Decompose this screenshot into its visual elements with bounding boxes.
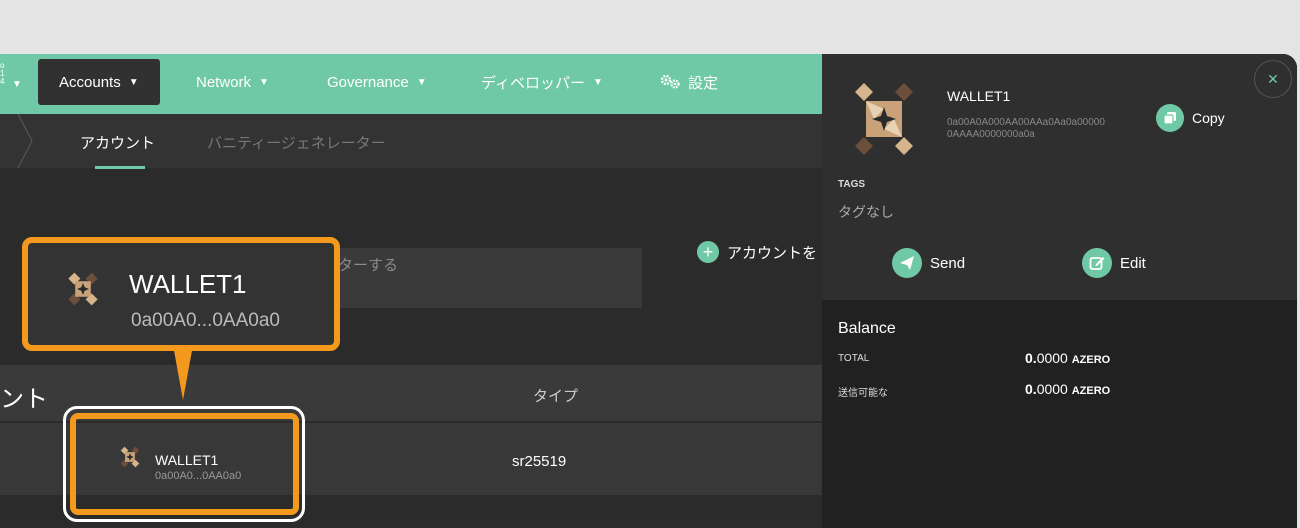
active-tab-indicator xyxy=(95,166,145,169)
chain-selector[interactable]: o 1 4 xyxy=(0,62,10,86)
transferable-label: 送信可能な xyxy=(838,388,888,399)
plus-icon: + xyxy=(697,241,719,263)
sidebar-header: ✕ WALLET1 0a00A0A000AA00AAa0Aa0a000000AA… xyxy=(822,54,1297,300)
filter-placeholder: ターする xyxy=(338,257,399,274)
caret-down-icon: ▼ xyxy=(128,76,139,88)
column-header-type: タイプ xyxy=(533,388,579,405)
sidebar-account-address: 0a00A0A000AA00AAa0Aa0a000000AAAA0000000a… xyxy=(947,117,1105,140)
nav-governance[interactable]: Governance ▼ xyxy=(327,59,427,105)
cogs-icon xyxy=(660,74,680,89)
copy-button[interactable]: Copy xyxy=(1156,104,1225,132)
chain-caret-icon[interactable]: ▼ xyxy=(12,79,22,90)
sub-nav: アカウント バニティージェネレーター xyxy=(0,114,822,169)
nav-settings[interactable]: 設定 xyxy=(660,59,718,105)
copy-icon xyxy=(1156,104,1184,132)
send-button[interactable]: Send xyxy=(892,248,965,278)
paper-plane-icon xyxy=(892,248,922,278)
total-value: 0.0000 AZERO xyxy=(1025,350,1111,366)
account-type: sr25519 xyxy=(512,453,567,470)
transferable-value: 0.0000 AZERO xyxy=(1025,381,1111,397)
account-identicon xyxy=(120,446,140,468)
callout-account-address: 0a00A0...0AA0a0 xyxy=(131,310,280,331)
add-account-button[interactable]: + アカウントを xyxy=(697,241,817,263)
caret-down-icon: ▼ xyxy=(416,76,427,88)
tab-vanity-generator[interactable]: バニティージェネレーター xyxy=(207,132,386,153)
account-identicon xyxy=(68,272,98,306)
tags-value: タグなし xyxy=(838,204,894,220)
account-address: 0a00A0...0AA0a0 xyxy=(155,470,242,482)
tab-accounts[interactable]: アカウント xyxy=(80,132,155,153)
sidebar-account-name: WALLET1 xyxy=(947,88,1011,104)
top-nav: o 1 4 ▼ Accounts ▼ Network ▼ Governance ▼ デ… xyxy=(0,54,822,114)
callout-pointer xyxy=(173,345,193,400)
edit-button[interactable]: Edit xyxy=(1082,248,1146,278)
close-button[interactable]: ✕ xyxy=(1254,60,1292,98)
tags-label: TAGS xyxy=(838,179,866,190)
total-label: TOTAL xyxy=(838,353,870,364)
column-header-name: ント xyxy=(0,386,48,413)
account-sidebar: ✕ WALLET1 0a00A0A000AA00AAa0Aa0a000000AA… xyxy=(822,54,1297,528)
balance-title: Balance xyxy=(838,320,896,337)
edit-icon xyxy=(1082,248,1112,278)
callout-zoom: WALLET1 0a00A0...0AA0a0 xyxy=(22,237,340,351)
nav-developer[interactable]: ディベロッパー ▼ xyxy=(481,59,603,105)
callout-account-name: WALLET1 xyxy=(129,269,247,299)
app-window: o 1 4 ▼ Accounts ▼ Network ▼ Governance ▼ デ… xyxy=(0,54,1297,528)
account-identicon xyxy=(855,83,913,155)
close-icon: ✕ xyxy=(1267,70,1279,87)
breadcrumb-chevron-icon xyxy=(17,114,33,168)
caret-down-icon: ▼ xyxy=(592,76,603,88)
nav-network[interactable]: Network ▼ xyxy=(196,59,269,105)
caret-down-icon: ▼ xyxy=(259,76,269,88)
account-name[interactable]: WALLET1 xyxy=(155,452,218,468)
nav-accounts[interactable]: Accounts ▼ xyxy=(38,59,160,105)
